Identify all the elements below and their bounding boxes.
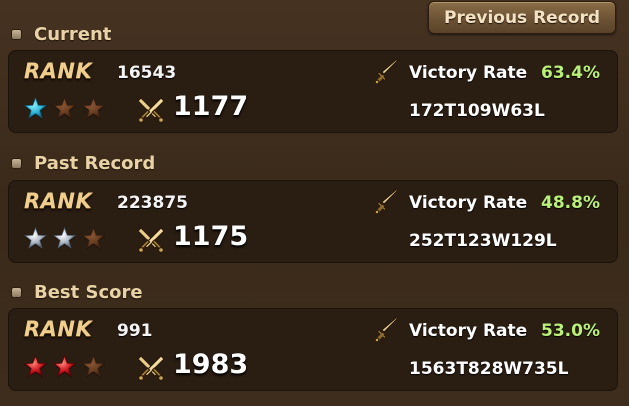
sword-icon: [374, 59, 399, 84]
rank-value: 16543: [117, 63, 177, 83]
best-score-panel: RANK 991 1983 Victory Rate 53.0% 1563T82…: [8, 308, 618, 391]
victory-rate-label: Victory Rate: [409, 321, 528, 341]
sword-icon: [374, 189, 399, 214]
rank-value: 223875: [117, 193, 188, 213]
crossed-swords-icon: [137, 227, 165, 253]
star-icon: [81, 96, 106, 120]
victory-rate-value: 53.0%: [541, 321, 600, 341]
score-value: 1177: [173, 91, 249, 122]
victory-rate-label: Victory Rate: [409, 193, 528, 213]
score-value: 1175: [173, 221, 249, 252]
victory-rate-value: 63.4%: [541, 63, 600, 83]
star-icon: [52, 226, 77, 250]
rank-label: RANK: [24, 189, 93, 213]
bullet-icon: [12, 158, 21, 168]
victory-rate-label: Victory Rate: [409, 63, 528, 83]
victory-rate-value: 48.8%: [541, 193, 600, 213]
star-icon: [23, 354, 48, 378]
star-rating: [22, 225, 107, 252]
sword-icon: [374, 317, 399, 342]
star-rating: [22, 353, 107, 380]
star-icon: [52, 96, 77, 120]
crossed-swords-icon: [137, 97, 165, 123]
section-title-label: Best Score: [34, 281, 143, 303]
win-loss-tally: 1563T828W735L: [409, 359, 569, 379]
rank-value: 991: [117, 321, 153, 341]
score-value: 1983: [173, 349, 249, 380]
star-icon: [23, 96, 48, 120]
section-title-current: Current: [12, 23, 111, 45]
past-record-panel: RANK 223875 1175 Victory Rate 48.8% 252T…: [8, 180, 618, 263]
section-title-label: Current: [34, 23, 112, 45]
star-icon: [81, 354, 106, 378]
star-icon: [23, 226, 48, 250]
previous-record-button[interactable]: Previous Record: [428, 1, 616, 34]
rank-label: RANK: [24, 317, 93, 341]
win-loss-tally: 252T123W129L: [409, 231, 557, 251]
current-record-panel: RANK 16543 1177 Victory Rate 63.4% 172T1…: [8, 50, 618, 133]
crossed-swords-icon: [137, 355, 165, 381]
bullet-icon: [12, 29, 21, 39]
win-loss-tally: 172T109W63L: [409, 101, 545, 121]
section-title-best-score: Best Score: [12, 281, 143, 303]
section-title-past-record: Past Record: [12, 152, 155, 174]
star-icon: [52, 354, 77, 378]
section-title-label: Past Record: [34, 152, 156, 174]
star-rating: [22, 95, 107, 122]
star-icon: [81, 226, 106, 250]
bullet-icon: [12, 287, 21, 297]
rank-label: RANK: [24, 59, 93, 83]
